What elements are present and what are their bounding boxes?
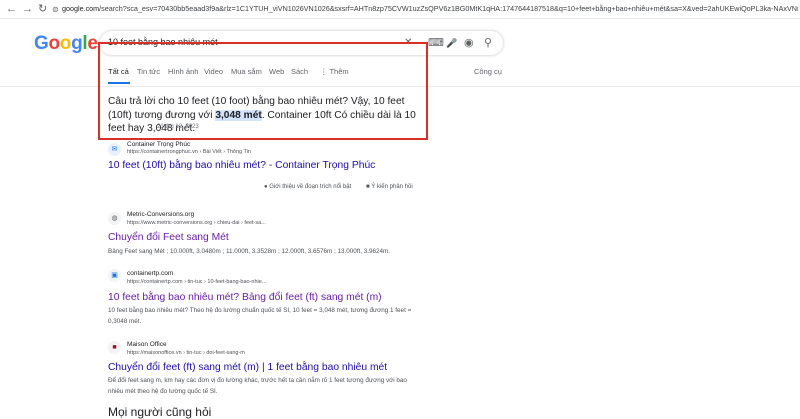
logo-letter: o xyxy=(48,33,60,54)
site-favicon: ▣ xyxy=(108,269,121,282)
reload-icon[interactable]: ↻ xyxy=(38,2,47,16)
result-breadcrumb: https://containertp.com › tin-tuc › 10-f… xyxy=(127,279,267,285)
result-title-link[interactable]: 10 feet (10ft) bằng bao nhiêu mét? - Con… xyxy=(108,160,375,171)
feedback-label: Ý kiến phản hồi xyxy=(371,184,413,190)
url-domain: google.com xyxy=(62,4,100,13)
browser-toolbar: ← → ↻ ⊜ google.com/search?sca_esv=70430b… xyxy=(0,0,800,19)
info-icon: ● xyxy=(264,184,268,190)
about-snippet-label: Giới thiệu về đoạn trích nổi bật xyxy=(269,184,352,190)
keyboard-icon[interactable]: ⌨ xyxy=(428,35,444,51)
result-site-name: Container Trọng Phúc xyxy=(127,141,191,148)
mic-icon[interactable]: 🎤 xyxy=(446,35,457,51)
result-breadcrumb: https://containertrongphuc.vn › Bài Viết… xyxy=(127,149,251,155)
back-icon[interactable]: ← xyxy=(6,2,17,16)
logo-letter: G xyxy=(34,33,49,54)
result-site-name: Maison Office xyxy=(127,341,167,348)
people-also-ask-heading: Mọi người cũng hỏi xyxy=(108,405,212,419)
tools-button[interactable]: Công cụ xyxy=(474,67,502,76)
about-featured-snippet[interactable]: ● Giới thiệu về đoạn trích nổi bật xyxy=(264,184,351,190)
result-title-link[interactable]: Chuyển đổi feet (ft) sang mét (m) | 1 fe… xyxy=(108,362,387,373)
site-favicon: ◍ xyxy=(108,212,121,225)
site-favicon: ■ xyxy=(108,341,121,354)
annotation-highlight-frame xyxy=(98,42,428,140)
result-site-name: containertp.com xyxy=(127,270,174,277)
google-logo[interactable]: Google xyxy=(34,33,98,55)
result-description: Bảng Feet sang Mét ; 10.000ft, 3.0480m ;… xyxy=(108,248,391,255)
address-bar[interactable]: google.com/search?sca_esv=70430bb5eaad3f… xyxy=(62,3,798,15)
url-path: /search?sca_esv=70430bb5eaad3f9a&rlz=1C1… xyxy=(99,4,798,13)
result-title-link[interactable]: 10 feet bằng bao nhiêu mét? Bảng đổi fee… xyxy=(108,292,382,303)
feedback-link[interactable]: ■ Ý kiến phản hồi xyxy=(366,184,413,190)
result-title-link[interactable]: Chuyển đổi Feet sang Mét xyxy=(108,232,229,243)
result-description: Để đổi feet sang m, km hay các đơn vị đo… xyxy=(108,377,407,395)
lens-icon[interactable]: ◉ xyxy=(464,35,474,51)
site-favicon: ✉ xyxy=(108,143,121,156)
logo-letter: o xyxy=(59,33,72,54)
logo-letter: g xyxy=(71,33,83,54)
search-icon[interactable]: ⚲ xyxy=(484,35,492,51)
site-info-icon[interactable]: ⊜ xyxy=(52,3,59,17)
result-breadcrumb: https://www.metric-conversions.org › chi… xyxy=(127,220,266,226)
forward-icon[interactable]: → xyxy=(22,2,33,16)
result-breadcrumb: https://maisonoffice.vn › tin-tuc › doi-… xyxy=(127,350,245,356)
feedback-icon: ■ xyxy=(366,184,370,190)
result-site-name: Metric-Conversions.org xyxy=(127,211,195,218)
result-description: 10 feet bằng bao nhiêu mét? Theo hệ đo l… xyxy=(108,307,412,325)
logo-letter: e xyxy=(87,33,98,54)
